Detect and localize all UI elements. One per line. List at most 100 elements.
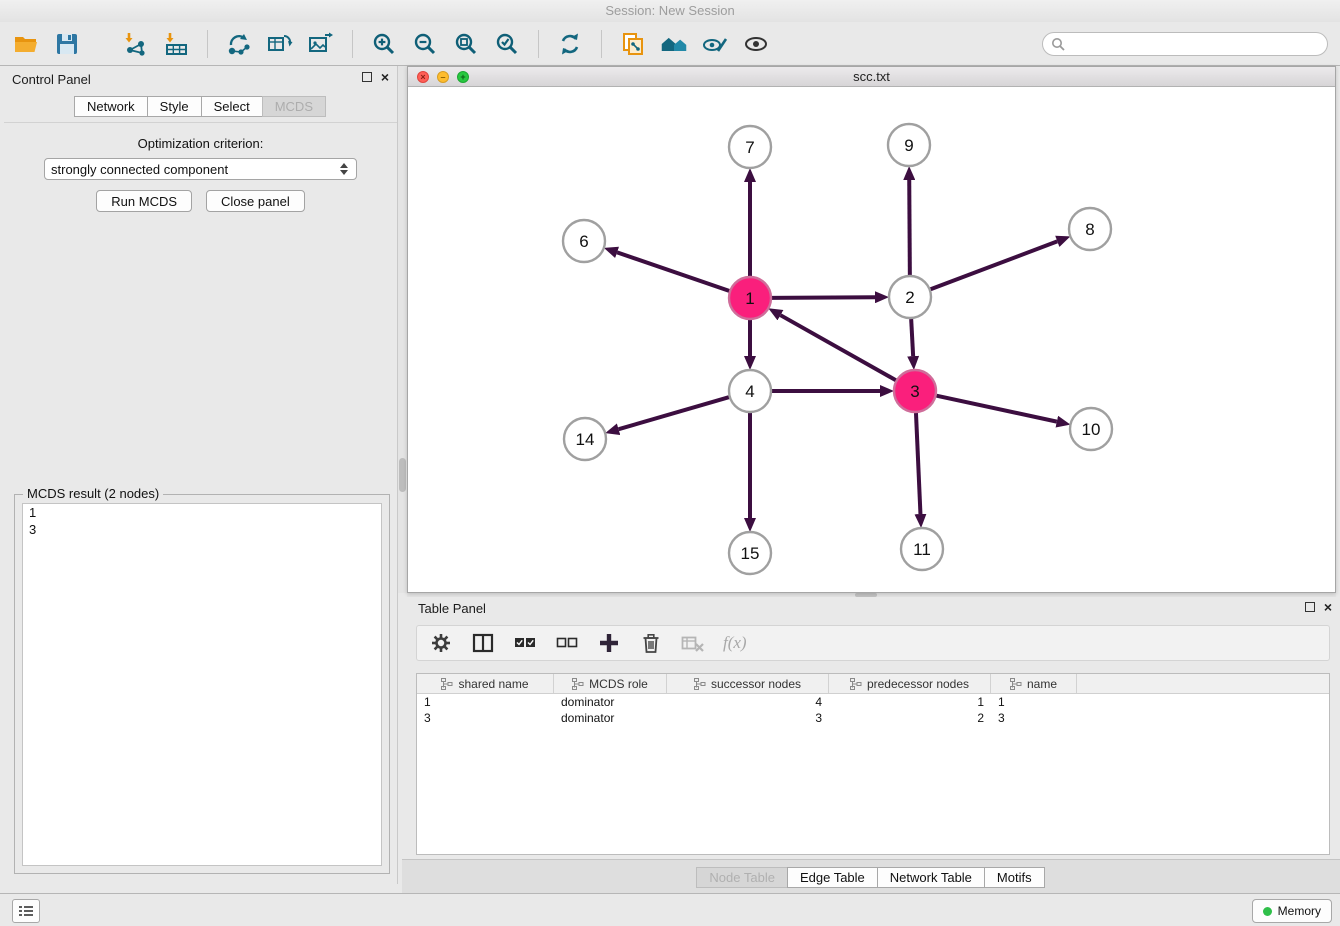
maximize-window-icon[interactable]: + bbox=[457, 71, 469, 83]
node-table: shared nameMCDS rolesuccessor nodesprede… bbox=[416, 673, 1330, 855]
mcds-result-list[interactable]: 13 bbox=[22, 503, 382, 866]
import-table-icon[interactable] bbox=[162, 30, 190, 58]
table-cell[interactable]: 2 bbox=[829, 710, 991, 726]
node-8[interactable]: 8 bbox=[1069, 208, 1111, 250]
table-cell[interactable]: 1 bbox=[829, 694, 991, 710]
tab-node-table[interactable]: Node Table bbox=[696, 867, 788, 888]
node-7[interactable]: 7 bbox=[729, 126, 771, 168]
close-panel-icon[interactable]: × bbox=[381, 71, 389, 83]
table-cell[interactable]: dominator bbox=[554, 710, 667, 726]
import-network-icon[interactable] bbox=[121, 30, 149, 58]
minimize-window-icon[interactable]: – bbox=[437, 71, 449, 83]
network-window-titlebar[interactable]: scc.txt × – + bbox=[408, 67, 1335, 87]
table-row[interactable]: 1dominator411 bbox=[417, 694, 1329, 710]
toolbar-separator bbox=[207, 30, 208, 58]
add-column-icon[interactable] bbox=[597, 631, 621, 655]
column-header-successor-nodes[interactable]: successor nodes bbox=[667, 674, 829, 693]
node-14[interactable]: 14 bbox=[564, 418, 606, 460]
table-cell[interactable]: 4 bbox=[667, 694, 829, 710]
column-header-predecessor-nodes[interactable]: predecessor nodes bbox=[829, 674, 991, 693]
close-table-panel-icon[interactable]: × bbox=[1324, 601, 1332, 613]
edge-3-1[interactable] bbox=[780, 315, 895, 380]
select-all-icon[interactable] bbox=[513, 631, 537, 655]
tab-mcds[interactable]: MCDS bbox=[262, 96, 326, 117]
mcds-result-item[interactable]: 3 bbox=[23, 521, 381, 538]
gear-icon[interactable] bbox=[429, 631, 453, 655]
node-15[interactable]: 15 bbox=[729, 532, 771, 574]
edge-3-10[interactable] bbox=[937, 396, 1057, 422]
edge-4-14[interactable] bbox=[619, 397, 729, 429]
tab-select[interactable]: Select bbox=[201, 96, 263, 117]
mcds-result-item[interactable]: 1 bbox=[23, 504, 381, 521]
delete-column-icon[interactable] bbox=[639, 631, 663, 655]
table-row[interactable]: 3dominator323 bbox=[417, 710, 1329, 726]
panel-splitter[interactable] bbox=[398, 66, 407, 593]
deselect-all-icon[interactable] bbox=[555, 631, 579, 655]
table-cell[interactable]: dominator bbox=[554, 694, 667, 710]
node-label: 11 bbox=[913, 540, 931, 559]
node-label: 15 bbox=[741, 544, 760, 563]
edge-1-2[interactable] bbox=[772, 297, 875, 298]
mcds-result-title: MCDS result (2 nodes) bbox=[23, 486, 163, 501]
edge-2-9[interactable] bbox=[909, 180, 910, 275]
table-cell[interactable]: 1 bbox=[417, 694, 554, 710]
tab-edge-table[interactable]: Edge Table bbox=[787, 867, 878, 888]
table-cell[interactable]: 3 bbox=[991, 710, 1077, 726]
control-panel-header: Control Panel × bbox=[4, 66, 397, 92]
table-header-row: shared nameMCDS rolesuccessor nodesprede… bbox=[417, 674, 1329, 694]
table-cell[interactable]: 3 bbox=[667, 710, 829, 726]
network-table-icon[interactable] bbox=[266, 30, 294, 58]
task-history-button[interactable] bbox=[12, 899, 40, 923]
column-header-name[interactable]: name bbox=[991, 674, 1077, 693]
zoom-in-icon[interactable] bbox=[370, 30, 398, 58]
eye-icon[interactable] bbox=[742, 30, 770, 58]
refresh-icon[interactable] bbox=[556, 30, 584, 58]
zoom-fit-icon[interactable] bbox=[452, 30, 480, 58]
edge-1-6[interactable] bbox=[617, 252, 729, 290]
table-panel-title: Table Panel bbox=[418, 601, 486, 616]
edge-2-3[interactable] bbox=[911, 319, 913, 356]
copy-network-icon[interactable] bbox=[619, 30, 647, 58]
search-input[interactable] bbox=[1071, 35, 1319, 52]
float-panel-icon[interactable] bbox=[362, 72, 372, 82]
node-11[interactable]: 11 bbox=[901, 528, 943, 570]
optimization-criterion-select[interactable]: strongly connected component bbox=[44, 158, 357, 180]
save-icon[interactable] bbox=[53, 30, 81, 58]
tab-network-table[interactable]: Network Table bbox=[877, 867, 985, 888]
column-header-MCDS-role[interactable]: MCDS role bbox=[554, 674, 667, 693]
run-mcds-button[interactable]: Run MCDS bbox=[96, 190, 192, 212]
home-icon[interactable] bbox=[660, 30, 688, 58]
open-file-icon[interactable] bbox=[12, 30, 40, 58]
network-arrow-icon[interactable] bbox=[225, 30, 253, 58]
search-field[interactable] bbox=[1042, 32, 1328, 56]
edge-3-11[interactable] bbox=[916, 413, 920, 514]
float-table-panel-icon[interactable] bbox=[1305, 602, 1315, 612]
close-window-icon[interactable]: × bbox=[417, 71, 429, 83]
style-eye-icon[interactable] bbox=[701, 30, 729, 58]
vertical-scrollbar[interactable] bbox=[399, 458, 406, 492]
node-4[interactable]: 4 bbox=[729, 370, 771, 412]
delete-table-icon[interactable] bbox=[681, 631, 705, 655]
show-columns-icon[interactable] bbox=[471, 631, 495, 655]
tab-motifs[interactable]: Motifs bbox=[984, 867, 1045, 888]
tab-network[interactable]: Network bbox=[74, 96, 148, 117]
export-image-icon[interactable] bbox=[307, 30, 335, 58]
node-6[interactable]: 6 bbox=[563, 220, 605, 262]
window-titlebar[interactable]: Session: New Session bbox=[0, 0, 1340, 22]
node-10[interactable]: 10 bbox=[1070, 408, 1112, 450]
graph-canvas[interactable]: 7 9 6 8 1 2 4 3 14 10 15 11 bbox=[408, 87, 1335, 592]
memory-button[interactable]: Memory bbox=[1252, 899, 1332, 923]
tab-style[interactable]: Style bbox=[147, 96, 202, 117]
edge-2-8[interactable] bbox=[931, 241, 1058, 289]
column-header-shared-name[interactable]: shared name bbox=[417, 674, 554, 693]
table-cell[interactable]: 1 bbox=[991, 694, 1077, 710]
table-cell[interactable]: 3 bbox=[417, 710, 554, 726]
node-1[interactable]: 1 bbox=[729, 277, 771, 319]
zoom-out-icon[interactable] bbox=[411, 30, 439, 58]
node-3[interactable]: 3 bbox=[894, 370, 936, 412]
close-panel-button[interactable]: Close panel bbox=[206, 190, 305, 212]
node-2[interactable]: 2 bbox=[889, 276, 931, 318]
zoom-selected-icon[interactable] bbox=[493, 30, 521, 58]
node-9[interactable]: 9 bbox=[888, 124, 930, 166]
function-builder-icon[interactable]: f(x) bbox=[723, 633, 747, 653]
